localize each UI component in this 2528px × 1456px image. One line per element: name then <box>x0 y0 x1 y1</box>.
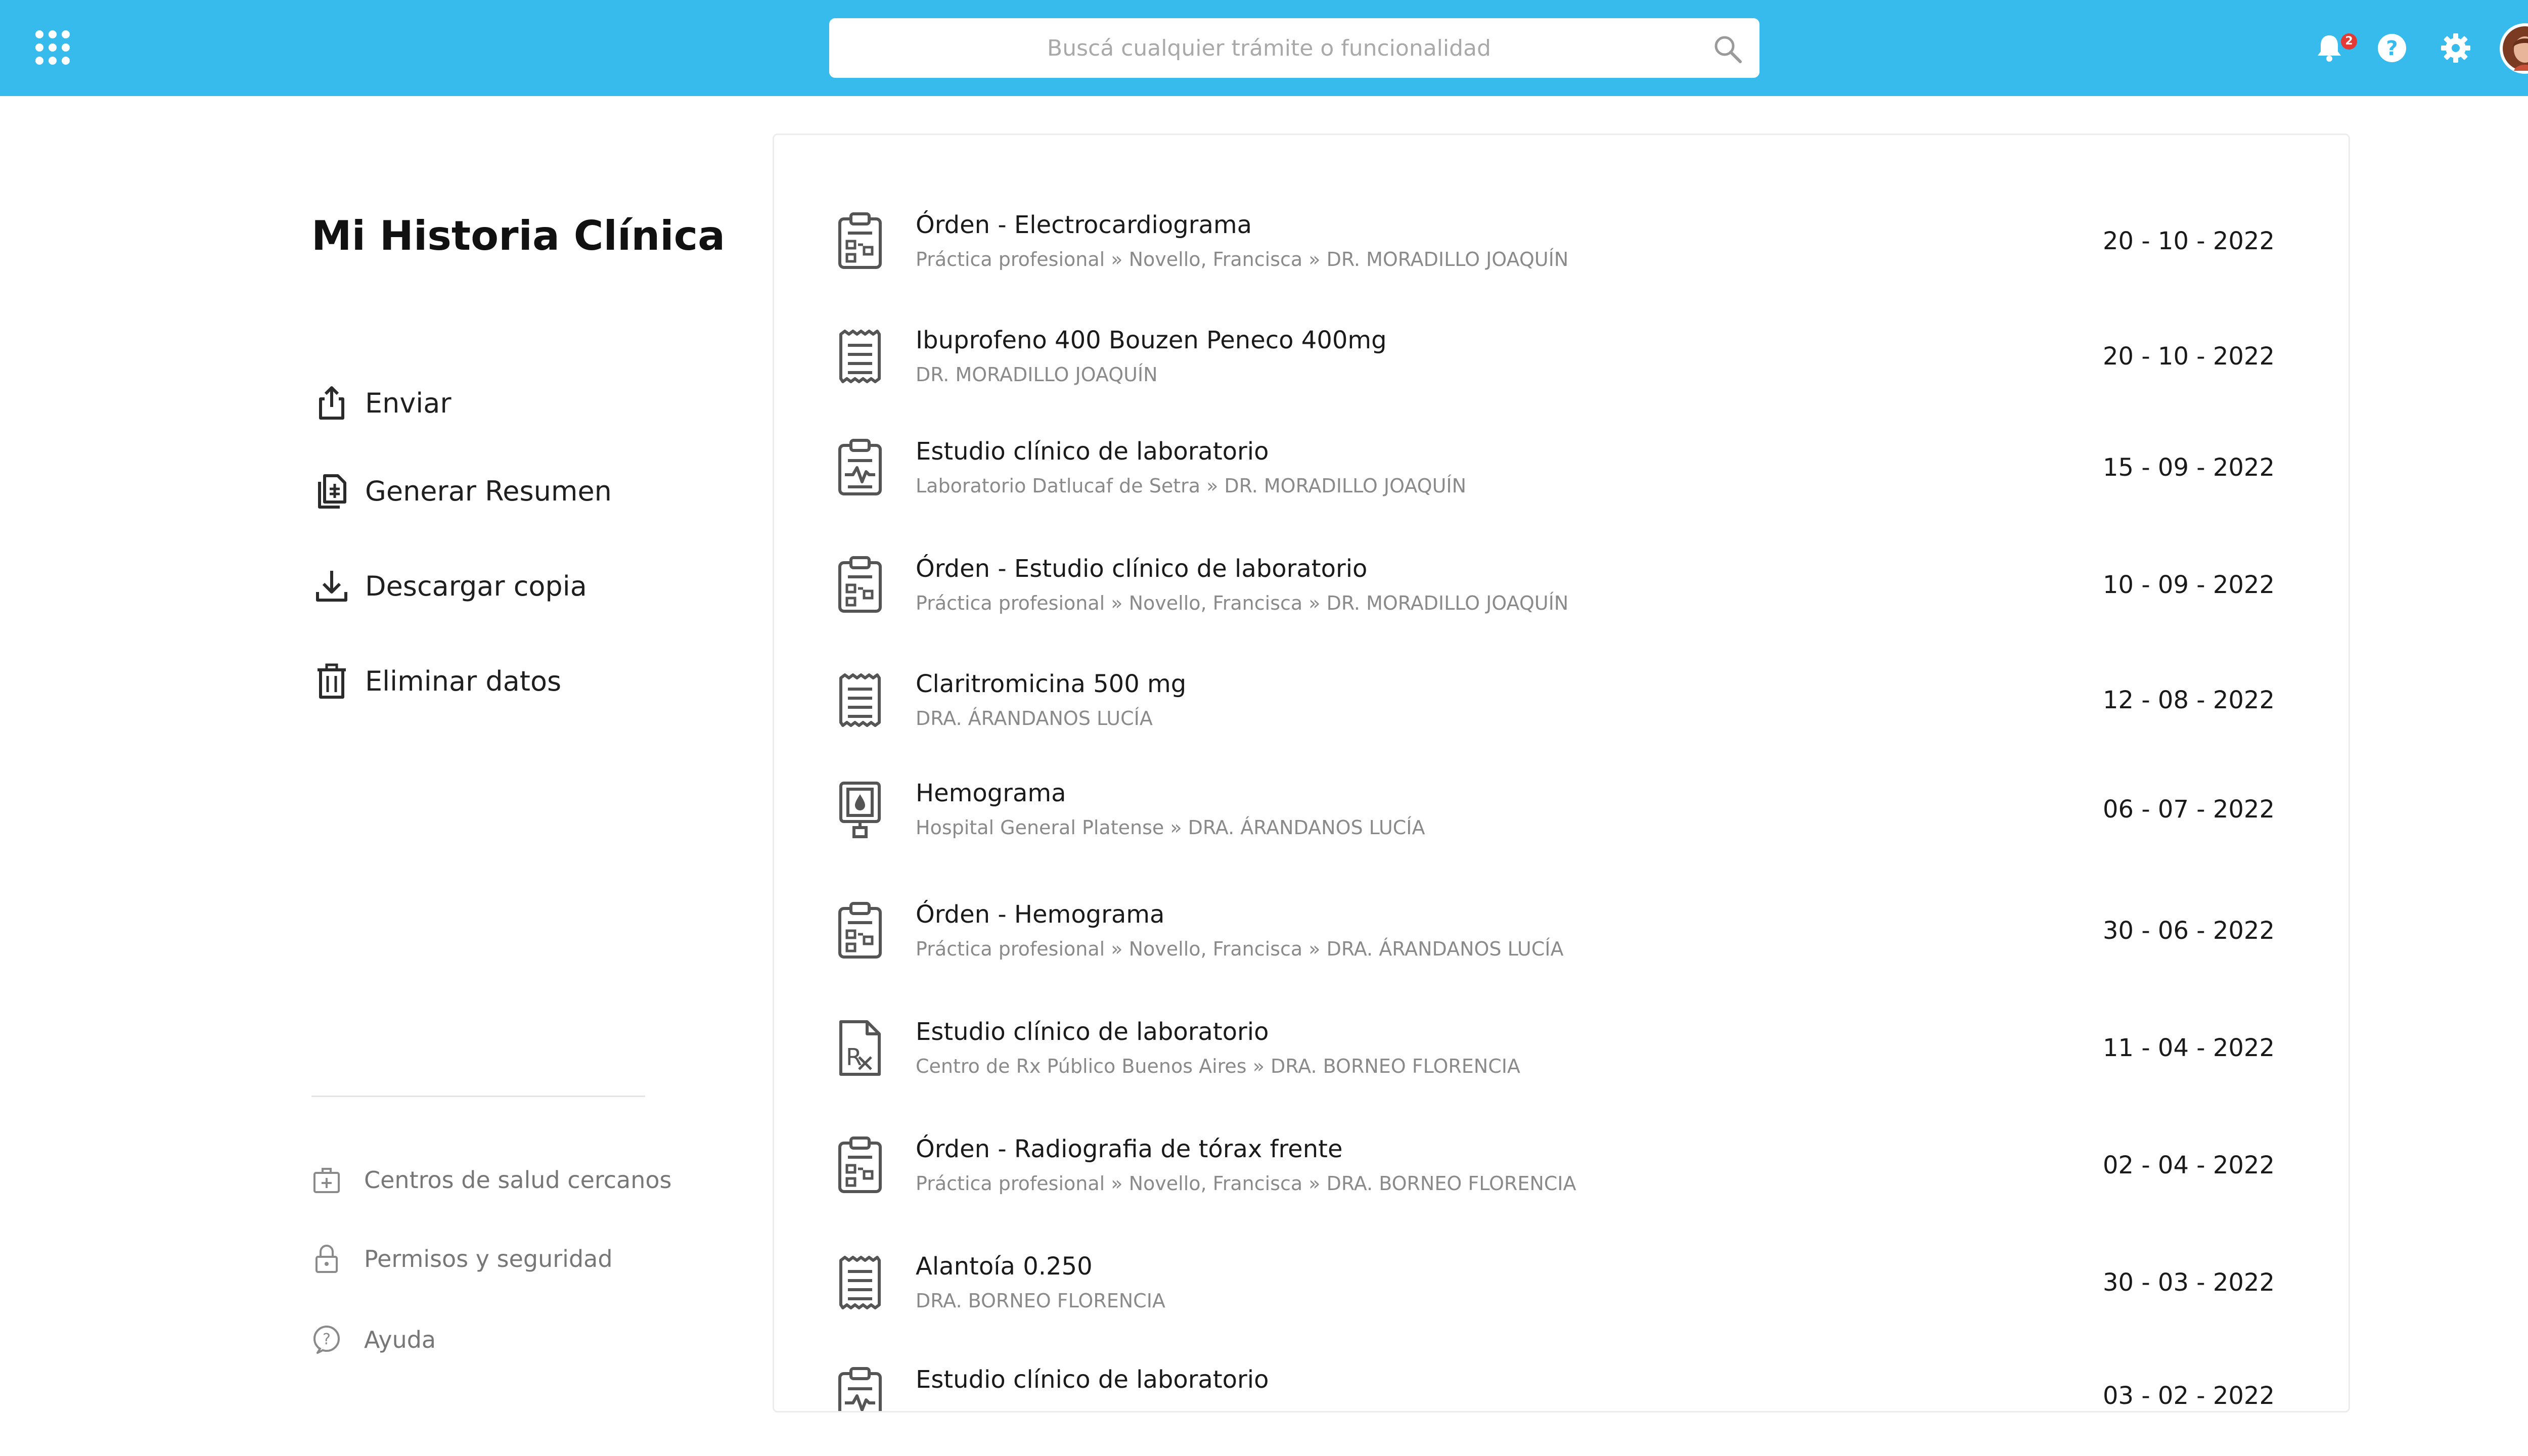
document-summary-icon <box>318 474 346 509</box>
svg-text:?: ? <box>2386 37 2398 60</box>
record-item[interactable]: Alantoía 0.250 DRA. BORNEO FLORENCIA 30 … <box>774 1232 2349 1333</box>
record-date: 20 - 10 - 2022 <box>2103 227 2275 255</box>
download-icon <box>316 571 347 602</box>
help-icon[interactable]: ? <box>2376 32 2408 64</box>
svg-text:?: ? <box>323 1331 331 1348</box>
record-item[interactable]: Estudio clínico de laboratorio Laborator… <box>774 417 2349 518</box>
send-label: Enviar <box>365 387 452 419</box>
permissions-security-link[interactable]: Permisos y seguridad <box>311 1239 675 1279</box>
lock-icon <box>315 1245 338 1273</box>
record-subtitle: DRA. BORNEO FLORENCIA <box>916 1290 1165 1312</box>
notification-badge: 2 <box>2341 33 2357 50</box>
record-item[interactable]: Estudio clínico de laboratorio Centro de… <box>774 997 2349 1099</box>
clipboard-order-icon <box>835 556 885 614</box>
record-title: Ibuprofeno 400 Bouzen Peneco 400mg <box>916 326 1387 354</box>
record-item[interactable]: Órden - Electrocardiograma Práctica prof… <box>774 191 2349 292</box>
clipboard-order-icon <box>835 901 885 960</box>
record-title: Órden - Radiografia de tórax frente <box>916 1135 1343 1163</box>
record-subtitle: Laboratorio Datlucaf de Setra » DR. MORA… <box>916 475 1467 497</box>
prescription-list-icon <box>835 671 885 730</box>
record-date: 30 - 06 - 2022 <box>2103 917 2275 945</box>
clipboard-pulse-icon <box>835 438 885 497</box>
record-item[interactable]: Órden - Hemograma Práctica profesional »… <box>774 880 2349 981</box>
medical-bag-icon <box>313 1168 340 1193</box>
page-title: Mi Historia Clínica <box>311 212 726 259</box>
search-bar <box>829 18 1759 78</box>
record-date: 03 - 02 - 2022 <box>2103 1382 2275 1410</box>
record-date: 15 - 09 - 2022 <box>2103 453 2275 482</box>
nearby-health-centers-link[interactable]: Centros de salud cercanos <box>311 1160 675 1200</box>
record-date: 11 - 04 - 2022 <box>2103 1034 2275 1062</box>
record-subtitle: Práctica profesional » Novello, Francisc… <box>916 938 1564 960</box>
download-copy-button[interactable]: Descargar copia <box>313 563 667 609</box>
record-date: 06 - 07 - 2022 <box>2103 795 2275 824</box>
record-date: 12 - 08 - 2022 <box>2103 686 2275 714</box>
record-title: Estudio clínico de laboratorio <box>916 437 1269 466</box>
record-title: Claritromicina 500 mg <box>916 670 1187 698</box>
record-date: 10 - 09 - 2022 <box>2103 571 2275 599</box>
records-list: Órden - Electrocardiograma Práctica prof… <box>773 133 2350 1413</box>
record-item[interactable]: Órden - Radiografia de tórax frente Prác… <box>774 1115 2349 1216</box>
download-copy-label: Descargar copia <box>365 570 587 602</box>
record-subtitle: Práctica profesional » Novello, Francisc… <box>916 1172 1576 1195</box>
search-input[interactable] <box>829 18 1759 78</box>
record-title: Estudio clínico de laboratorio <box>916 1018 1269 1046</box>
gear-icon[interactable] <box>2440 32 2471 64</box>
help-circle-icon: ? <box>313 1326 340 1354</box>
send-button[interactable]: Enviar <box>313 380 667 426</box>
record-title: Alantoía 0.250 <box>916 1252 1093 1281</box>
bell-icon[interactable] <box>2314 32 2345 64</box>
record-item[interactable]: Órden - Estudio clínico de laboratorio P… <box>774 534 2349 635</box>
permissions-security-label: Permisos y seguridad <box>364 1245 613 1272</box>
record-subtitle: DRA. ÁRANDANOS LUCÍA <box>916 707 1153 730</box>
clipboard-order-icon <box>835 212 885 270</box>
search-icon[interactable] <box>1713 34 1742 64</box>
record-item[interactable]: Ibuprofeno 400 Bouzen Peneco 400mg DR. M… <box>774 306 2349 407</box>
prescription-list-icon <box>835 327 885 386</box>
record-title: Órden - Hemograma <box>916 900 1165 929</box>
record-date: 30 - 03 - 2022 <box>2103 1268 2275 1297</box>
record-title: Estudio clínico de laboratorio <box>916 1366 1269 1394</box>
record-date: 20 - 10 - 2022 <box>2103 342 2275 371</box>
record-date: 02 - 04 - 2022 <box>2103 1151 2275 1179</box>
top-bar: 2 ? <box>0 0 2528 96</box>
prescription-list-icon <box>835 1253 885 1312</box>
rx-document-icon <box>835 1019 885 1077</box>
record-subtitle: Hospital General Platense » DRA. ÁRANDAN… <box>916 816 1425 839</box>
clipboard-order-icon <box>835 1136 885 1195</box>
grid-icon[interactable] <box>34 29 71 66</box>
record-item[interactable]: Claritromicina 500 mg DRA. ÁRANDANOS LUC… <box>774 650 2349 751</box>
clipboard-pulse-icon <box>835 1367 885 1413</box>
generate-summary-button[interactable]: Generar Resumen <box>313 468 667 514</box>
record-item[interactable]: Estudio clínico de laboratorio 03 - 02 -… <box>774 1345 2349 1413</box>
record-subtitle: Práctica profesional » Novello, Francisc… <box>916 248 1569 270</box>
share-upload-icon <box>319 386 344 420</box>
sidebar-divider <box>311 1096 645 1097</box>
delete-data-label: Eliminar datos <box>365 665 562 697</box>
record-subtitle: DR. MORADILLO JOAQUÍN <box>916 363 1158 386</box>
record-title: Órden - Estudio clínico de laboratorio <box>916 555 1368 583</box>
delete-data-button[interactable]: Eliminar datos <box>313 658 667 704</box>
record-subtitle: Práctica profesional » Novello, Francisc… <box>916 592 1569 614</box>
blood-test-icon <box>835 780 885 839</box>
record-item[interactable]: Hemograma Hospital General Platense » DR… <box>774 759 2349 860</box>
record-subtitle: Centro de Rx Público Buenos Aires » DRA.… <box>916 1055 1520 1077</box>
record-title: Órden - Electrocardiograma <box>916 211 1252 239</box>
avatar[interactable] <box>2500 23 2528 74</box>
help-link[interactable]: ? Ayuda <box>311 1320 675 1360</box>
trash-icon <box>318 663 346 699</box>
help-label: Ayuda <box>364 1326 436 1353</box>
nearby-health-centers-label: Centros de salud cercanos <box>364 1166 672 1194</box>
generate-summary-label: Generar Resumen <box>365 475 612 507</box>
record-title: Hemograma <box>916 779 1066 807</box>
